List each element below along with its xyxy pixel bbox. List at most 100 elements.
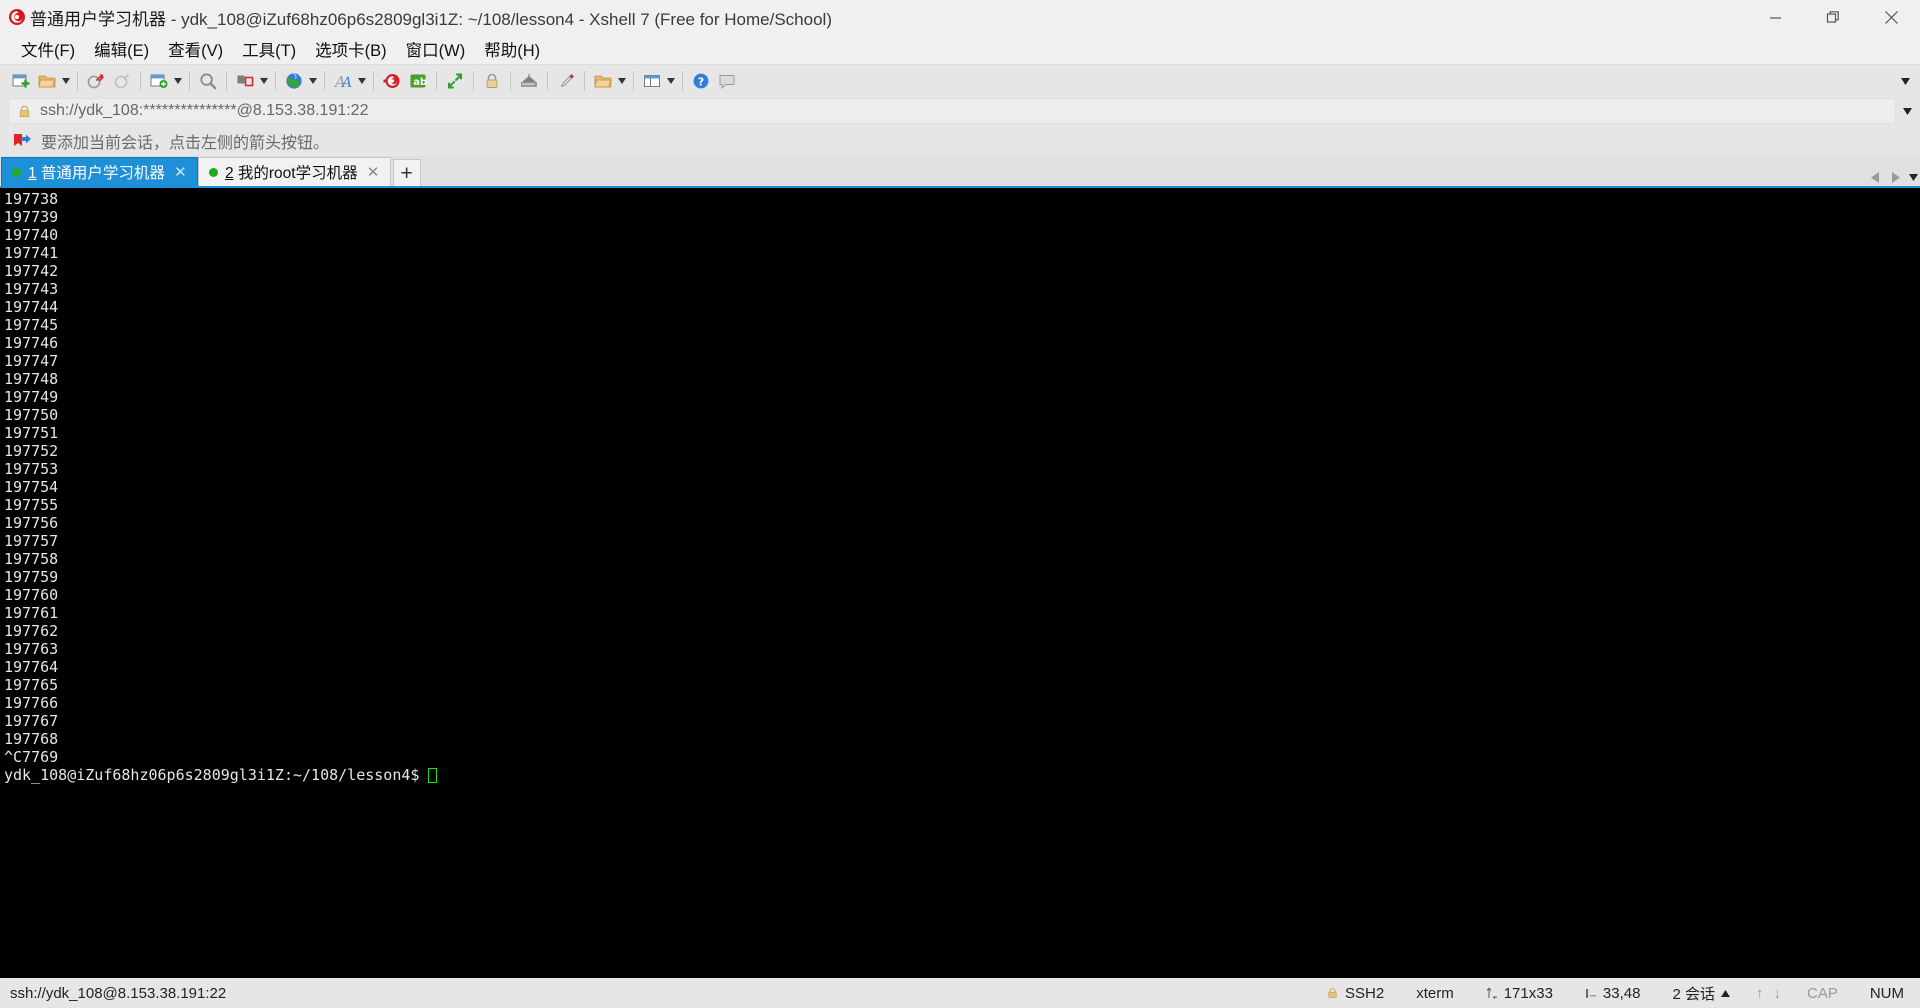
- menu-help[interactable]: 帮助(H): [475, 34, 549, 64]
- tab-session-1[interactable]: 1 普通用户学习机器 ✕: [1, 157, 198, 186]
- terminal-line: 197752: [4, 442, 59, 460]
- status-num-lock: NUM: [1869, 984, 1904, 1002]
- reconnect-icon[interactable]: [109, 67, 135, 95]
- font-icon[interactable]: A A: [330, 67, 356, 95]
- help-icon[interactable]: ?: [688, 67, 714, 95]
- address-dropdown-icon[interactable]: [1896, 98, 1918, 124]
- lock-icon[interactable]: [479, 67, 505, 95]
- toolbar-separator: [226, 70, 227, 91]
- chat-icon[interactable]: [714, 67, 740, 95]
- menu-file[interactable]: 文件(F): [12, 34, 84, 64]
- terminal-line: 197743: [4, 280, 59, 298]
- menu-edit[interactable]: 编辑(E): [85, 34, 158, 64]
- tab-title-1: 普通用户学习机器: [36, 165, 165, 182]
- minimize-button[interactable]: [1746, 0, 1804, 34]
- menu-window[interactable]: 窗口(W): [397, 34, 475, 64]
- toolbar-separator: [584, 70, 585, 91]
- terminal-line: 197762: [4, 622, 59, 640]
- terminal-line: 197768: [4, 730, 59, 748]
- svg-text:A: A: [340, 75, 352, 91]
- terminal-line: 197745: [4, 316, 59, 334]
- find-icon[interactable]: [195, 67, 221, 95]
- globe-icon[interactable]: [281, 67, 307, 95]
- toolbar-separator: [275, 70, 276, 91]
- tab-close-1[interactable]: ✕: [172, 164, 189, 181]
- keyboard-icon[interactable]: [516, 67, 542, 95]
- download-arrow-icon: ↓: [1773, 984, 1781, 1002]
- disconnect-icon[interactable]: [83, 67, 109, 95]
- panel-icon[interactable]: [639, 67, 665, 95]
- restore-button[interactable]: [1804, 0, 1862, 34]
- terminal-line: 197757: [4, 532, 59, 550]
- menu-tabs[interactable]: 选项卡(B): [306, 34, 396, 64]
- menu-view[interactable]: 查看(V): [159, 34, 232, 64]
- window-title: 普通用户学习机器 - ydk_108@iZuf68hz06p6s2809gl3i…: [30, 5, 832, 30]
- status-cursor-label: 33,48: [1602, 984, 1641, 1002]
- upload-arrow-icon: ↑: [1755, 984, 1764, 1002]
- tab-scroll-left-icon[interactable]: [1871, 172, 1881, 183]
- status-caps-lock: CAP: [1806, 984, 1838, 1002]
- status-cursor-pos: 33,48: [1569, 985, 1657, 1002]
- status-protocol: SSH2: [1310, 985, 1400, 1002]
- tab-scroll-right-icon[interactable]: [1890, 172, 1900, 183]
- terminal-line: 197748: [4, 370, 59, 388]
- tab-list-dropdown-icon[interactable]: [1909, 174, 1918, 181]
- open-folder-caret-icon[interactable]: [60, 67, 72, 95]
- xshell-window: 普通用户学习机器 - ydk_108@iZuf68hz06p6s2809gl3i…: [0, 0, 1920, 1008]
- toolbar-separator: [77, 70, 78, 91]
- status-cells: SSH2 xterm 171x33 33,48 2 会话 ↑ ↓ CAP NUM: [1310, 983, 1920, 1004]
- transfer-caret-icon[interactable]: [616, 67, 628, 95]
- terminal-line: 197738: [4, 190, 59, 208]
- panel-caret-icon[interactable]: [665, 67, 677, 95]
- globe-caret-icon[interactable]: [307, 67, 319, 95]
- toolbar-separator: [633, 70, 634, 91]
- tab-close-2[interactable]: ✕: [365, 164, 382, 181]
- tab-status-dot-icon: [12, 167, 21, 177]
- fullscreen-icon[interactable]: [442, 67, 468, 95]
- toolbar-overflow-icon[interactable]: [1895, 65, 1916, 97]
- terminal-line: 197753: [4, 460, 59, 478]
- chevron-up-icon[interactable]: [1720, 989, 1730, 997]
- terminal-line: 197744: [4, 298, 59, 316]
- menu-tools[interactable]: 工具(T): [233, 34, 305, 64]
- pen-icon[interactable]: [553, 67, 579, 95]
- toolbar-separator: [373, 70, 374, 91]
- window-title-rest: - ydk_108@iZuf68hz06p6s2809gl3i1Z: ~/108…: [166, 9, 832, 29]
- tab-session-2[interactable]: 2 我的root学习机器 ✕: [197, 157, 391, 186]
- lock-icon: [1326, 986, 1339, 1000]
- open-folder-icon[interactable]: [34, 67, 60, 95]
- terminal-line: 197741: [4, 244, 59, 262]
- layout-caret-icon[interactable]: [258, 67, 270, 95]
- new-tab-button[interactable]: +: [392, 159, 421, 186]
- new-tab-caret-icon[interactable]: [172, 67, 184, 95]
- terminal-line: 197754: [4, 478, 59, 496]
- window-controls: [1746, 0, 1920, 34]
- new-session-icon[interactable]: [8, 67, 34, 95]
- bookmark-arrow-icon[interactable]: [12, 132, 32, 150]
- terminal-line: 197739: [4, 208, 59, 226]
- toolbar-separator: [547, 70, 548, 91]
- new-tab-icon[interactable]: [146, 67, 172, 95]
- terminal-line: 197742: [4, 262, 59, 280]
- status-sessions-label: 2 会话: [1672, 985, 1715, 1003]
- terminal-prompt: ydk_108@iZuf68hz06p6s2809gl3i1Z:~/108/le…: [4, 766, 420, 784]
- terminal-line: 197756: [4, 514, 59, 532]
- layout-icon[interactable]: [232, 67, 258, 95]
- terminal-line: 197759: [4, 568, 59, 586]
- terminal-line: ^C7769: [4, 748, 59, 766]
- status-sessions[interactable]: 2 会话: [1656, 983, 1746, 1004]
- terminal-line: 197764: [4, 658, 59, 676]
- address-input[interactable]: ssh://ydk_108:***************@8.153.38.1…: [8, 98, 1896, 124]
- record-icon[interactable]: [379, 67, 405, 95]
- terminal-line: 197751: [4, 424, 59, 442]
- terminal-pane[interactable]: 197738 197739 197740 197741 197742 197743 1977…: [0, 186, 1920, 978]
- terminal-line: 197758: [4, 550, 59, 568]
- status-size-label: 171x33: [1503, 984, 1553, 1002]
- resize-icon: [1486, 986, 1498, 1000]
- close-button[interactable]: [1862, 0, 1920, 34]
- cursor-pos-icon: [1585, 987, 1597, 1000]
- transfer-icon[interactable]: [590, 67, 616, 95]
- font-caret-icon[interactable]: [356, 67, 368, 95]
- terminal-line: 197747: [4, 352, 59, 370]
- highlight-icon[interactable]: ab: [405, 67, 431, 95]
